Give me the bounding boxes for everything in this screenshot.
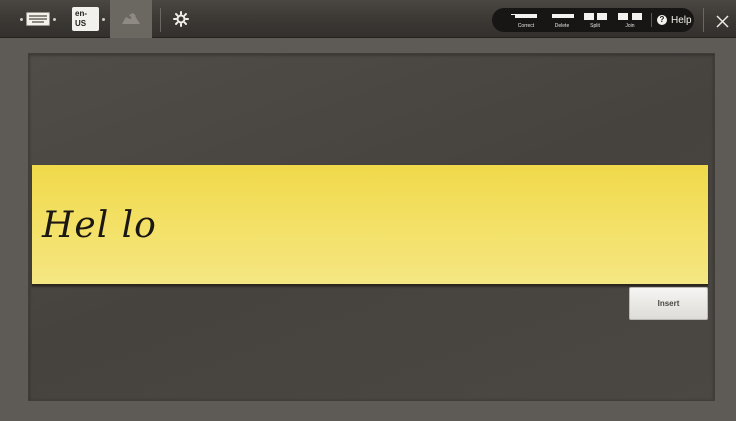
eraser-button[interactable] <box>110 0 152 38</box>
toolbar-separator-right <box>703 8 704 32</box>
help-label: Help <box>671 14 692 26</box>
correct-label: Correct <box>517 23 535 29</box>
insert-button[interactable]: Insert <box>629 287 708 320</box>
delete-button[interactable]: Delete <box>546 8 578 32</box>
prev-indicator-icon <box>20 17 23 21</box>
split-icon-right <box>597 13 607 20</box>
join-button[interactable]: Join <box>616 8 646 32</box>
help-icon: ? <box>657 15 667 25</box>
keyboard-icon <box>26 12 50 26</box>
delete-icon <box>552 14 574 18</box>
correct-button[interactable]: Correct <box>507 8 545 32</box>
eraser-icon <box>122 13 140 24</box>
pill-separator <box>651 13 652 27</box>
writing-strip[interactable]: Hel lo <box>32 165 708 286</box>
join-label: Join <box>625 23 635 29</box>
language-dropdown-icon <box>102 17 105 21</box>
toolbar-separator <box>160 8 161 32</box>
keyboard-button[interactable] <box>8 0 68 38</box>
correct-icon-stroke <box>511 14 519 15</box>
join-icon-right <box>632 13 642 20</box>
language-button[interactable]: en-US <box>72 0 108 38</box>
join-icon <box>618 13 628 20</box>
ink-text: Hel lo <box>42 205 157 246</box>
split-label: Split <box>590 23 600 29</box>
close-icon <box>716 15 729 28</box>
delete-label: Delete <box>554 23 570 29</box>
language-label: en-US <box>72 7 100 31</box>
settings-button[interactable] <box>169 0 193 38</box>
next-indicator-icon <box>53 17 56 21</box>
top-toolbar: en-US Correct Delete Split Join ? Help <box>0 0 736 38</box>
split-icon <box>584 13 594 20</box>
close-button[interactable] <box>708 7 736 35</box>
gear-icon <box>173 11 189 27</box>
split-button[interactable]: Split <box>582 8 610 32</box>
help-button[interactable]: ? Help <box>657 8 692 32</box>
